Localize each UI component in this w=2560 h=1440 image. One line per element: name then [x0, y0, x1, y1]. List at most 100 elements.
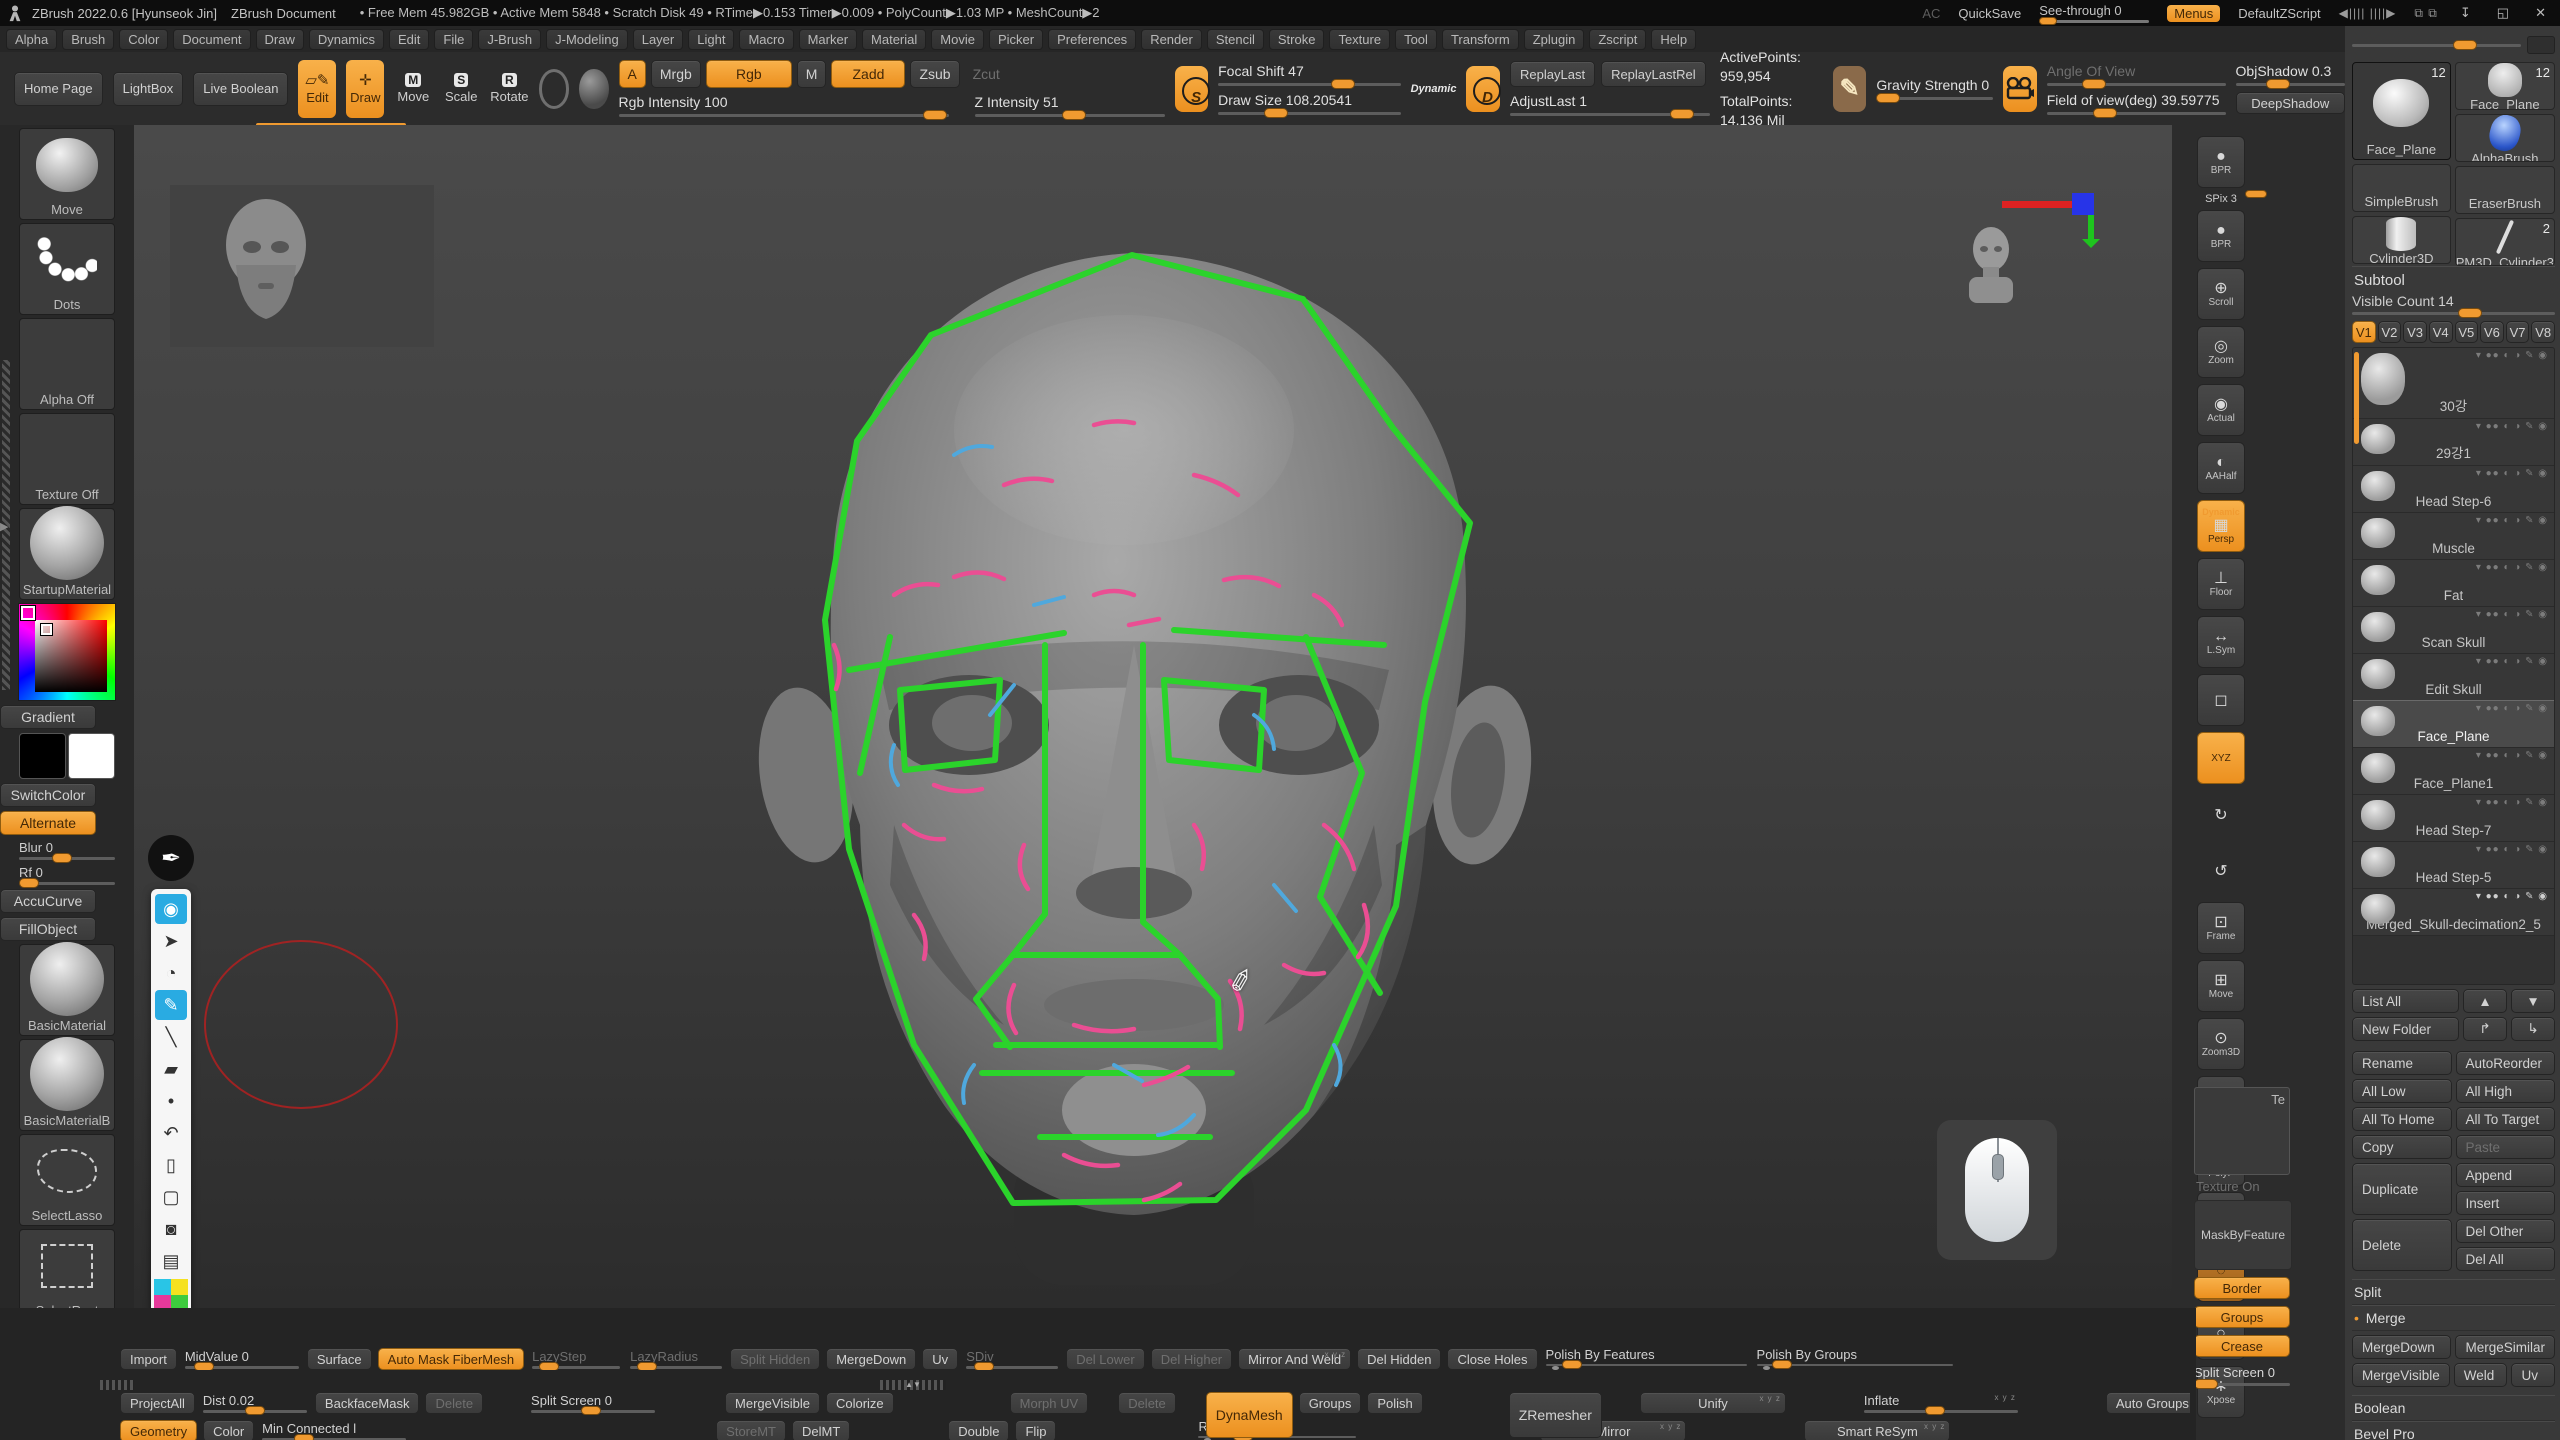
- tool-eraserbrush[interactable]: EraserBrush: [2455, 166, 2555, 214]
- channel-zcut-button[interactable]: Zcut: [965, 60, 1008, 88]
- edit-button[interactable]: ▱✎ Edit: [298, 60, 336, 118]
- accucurve-button[interactable]: AccuCurve: [0, 889, 96, 913]
- subtool-visibility-icons[interactable]: ▾ ●● ◐ ◑ ✎ ◉: [2476, 421, 2548, 432]
- subtool-item[interactable]: ▾ ●● ◐ ◑ ✎ ◉ Head Step-6: [2353, 466, 2554, 513]
- menu-item[interactable]: Picker: [989, 29, 1043, 50]
- move-3d-button[interactable]: ⊞ Move: [2197, 960, 2245, 1012]
- secondary-color-swatch[interactable]: [68, 733, 115, 779]
- palette-button[interactable]: Polish By Features x y z: [1544, 1348, 1749, 1370]
- draw-size-slider[interactable]: Draw Size 108.20541: [1218, 92, 1400, 115]
- subtool-item[interactable]: ▾ ●● ◐ ◑ ✎ ◉ Scan Skull: [2353, 607, 2554, 654]
- menu-item[interactable]: Tool: [1395, 29, 1437, 50]
- menu-item[interactable]: Marker: [799, 29, 857, 50]
- crease-button[interactable]: Crease: [2194, 1335, 2290, 1357]
- palette-button[interactable]: Min Connected l x y z: [260, 1420, 408, 1440]
- cursor-icon[interactable]: ➤: [155, 926, 187, 956]
- menu-item[interactable]: J-Brush: [478, 29, 541, 50]
- palette-button[interactable]: Del Higher x y z: [1151, 1348, 1232, 1370]
- material-sphere-icon[interactable]: [579, 69, 608, 109]
- see-through-slider[interactable]: See-through 0: [2039, 3, 2149, 23]
- lightbox-button[interactable]: LightBox: [113, 72, 184, 106]
- lock-camera-icon[interactable]: ◻: [2197, 674, 2245, 726]
- xyz-button[interactable]: XYZ: [2197, 732, 2245, 784]
- subtool-visibility-icons[interactable]: ▾ ●● ◐ ◑ ✎ ◉: [2476, 844, 2548, 855]
- scale-button[interactable]: S Scale: [442, 60, 480, 118]
- stroke-s-icon[interactable]: S: [1175, 66, 1209, 112]
- all-to-target-button[interactable]: All To Target: [2456, 1107, 2556, 1131]
- move-button[interactable]: M Move: [394, 60, 432, 118]
- palette-button[interactable]: Auto Mask FiberMesh x y z: [378, 1348, 524, 1370]
- palette-button[interactable]: DynaMesh x y z: [1206, 1392, 1293, 1438]
- whiteboard-icon[interactable]: ▢: [155, 1182, 187, 1212]
- menu-item[interactable]: Edit: [389, 29, 429, 50]
- palette-button[interactable]: Dist 0.02 x y z: [201, 1392, 309, 1414]
- texture-preview[interactable]: Te: [2194, 1087, 2290, 1175]
- merge-visible-button[interactable]: MergeVisible: [2352, 1363, 2450, 1387]
- polypaint-sphere-icon[interactable]: [539, 69, 570, 109]
- gravity-pencil-icon[interactable]: ✎: [1833, 66, 1867, 112]
- tool-pm3d-cylinder3[interactable]: 2 PM3D_Cylinder3: [2455, 218, 2555, 266]
- gravity-strength-slider[interactable]: Gravity Strength 0: [1876, 77, 1993, 100]
- eraser-icon[interactable]: ▰: [155, 1054, 187, 1084]
- palette-button[interactable]: Flip x y z: [1015, 1420, 1056, 1440]
- fov-slider[interactable]: Field of view(deg) 39.59775: [2047, 92, 2226, 115]
- tray-scroll-icons[interactable]: ◀|||| ||||▶: [2339, 6, 2397, 20]
- all-low-button[interactable]: All Low: [2352, 1079, 2452, 1103]
- subtool-item[interactable]: ▾ ●● ◐ ◑ ✎ ◉ Merged_Skull-decimation2_5: [2353, 889, 2554, 936]
- scroll-button[interactable]: ⊕ Scroll: [2197, 268, 2245, 320]
- stroke-d-icon[interactable]: D: [1466, 66, 1500, 112]
- merge-similar-button[interactable]: MergeSimilar: [2455, 1335, 2555, 1359]
- spix-slider[interactable]: SPix 3: [2198, 193, 2244, 205]
- texture-thumb[interactable]: Texture Off: [19, 413, 115, 505]
- undo-icon[interactable]: ↶: [155, 1118, 187, 1148]
- groups-button[interactable]: Groups: [2194, 1306, 2290, 1328]
- tool-face-plane[interactable]: 12 Face_Plane: [2455, 62, 2555, 110]
- z-intensity-slider[interactable]: Z Intensity 51: [975, 94, 1165, 117]
- alternate-button[interactable]: Alternate: [0, 811, 96, 835]
- subtool-visibility-icons[interactable]: ▾ ●● ◐ ◑ ✎ ◉: [2476, 891, 2548, 902]
- subtool-item[interactable]: ▾ ●● ◐ ◑ ✎ ◉ Face_Plane: [2353, 701, 2554, 748]
- subtool-tab[interactable]: V2: [2378, 321, 2402, 343]
- subtool-item[interactable]: ▾ ●● ◐ ◑ ✎ ◉ 29강1: [2353, 419, 2554, 466]
- visible-count-slider[interactable]: Visible Count 14: [2352, 293, 2555, 315]
- dot-size-icon[interactable]: •: [155, 1086, 187, 1116]
- document-canvas[interactable]: ✐ ✒ ◉➤◔✎╲▰•↶▯▢◙▤: [134, 125, 2172, 1308]
- menu-item[interactable]: File: [434, 29, 473, 50]
- show-hide-icon[interactable]: ◉: [155, 894, 187, 924]
- alpha-thumb[interactable]: Alpha Off: [19, 318, 115, 410]
- merge-section[interactable]: • Merge: [2352, 1305, 2555, 1331]
- palette-button[interactable]: Colorize x y z: [826, 1392, 894, 1414]
- palette-button[interactable]: Inflate x y z: [1862, 1392, 2020, 1414]
- zoom-button[interactable]: ◎ Zoom: [2197, 326, 2245, 378]
- menu-item[interactable]: Preferences: [1048, 29, 1136, 50]
- paste-button[interactable]: Paste: [2456, 1135, 2556, 1159]
- trash-icon[interactable]: ▯: [155, 1150, 187, 1180]
- subtool-item[interactable]: ▾ ●● ◐ ◑ ✎ ◉ 30강: [2353, 348, 2554, 419]
- menu-item[interactable]: Texture: [1329, 29, 1390, 50]
- menu-item[interactable]: Stroke: [1269, 29, 1325, 50]
- menu-item[interactable]: Transform: [1442, 29, 1519, 50]
- channel-zadd-button[interactable]: Zadd: [831, 60, 905, 88]
- menu-item[interactable]: Macro: [739, 29, 793, 50]
- split-section[interactable]: Split: [2352, 1279, 2555, 1305]
- menu-item[interactable]: J-Modeling: [546, 29, 628, 50]
- palette-button[interactable]: ZRemesher x y z: [1509, 1392, 1602, 1438]
- color-picker[interactable]: [18, 603, 116, 701]
- border-button[interactable]: Border: [2194, 1277, 2290, 1299]
- menu-item[interactable]: Stencil: [1207, 29, 1264, 50]
- material-basicb[interactable]: BasicMaterialB: [19, 1039, 115, 1131]
- subtool-header[interactable]: Subtool: [2352, 266, 2555, 291]
- live-boolean-button[interactable]: Live Boolean: [193, 72, 288, 106]
- axis-gizmo[interactable]: [2002, 175, 2112, 245]
- bpr-button[interactable]: ●BPR: [2197, 136, 2245, 188]
- subtool-tab[interactable]: V6: [2480, 321, 2504, 343]
- palette-button[interactable]: Double x y z: [948, 1420, 1009, 1440]
- draw-button[interactable]: ✛ Draw: [346, 60, 384, 118]
- menu-item[interactable]: Layer: [633, 29, 684, 50]
- angle-of-view-slider[interactable]: Angle Of View: [2047, 63, 2226, 86]
- palette-button[interactable]: Groups x y z: [1299, 1392, 1362, 1414]
- pen-bubble-icon[interactable]: ✒: [148, 835, 194, 881]
- subtool-item[interactable]: ▾ ●● ◐ ◑ ✎ ◉ Face_Plane1: [2353, 748, 2554, 795]
- palette-button[interactable]: Del Hidden x y z: [1357, 1348, 1441, 1370]
- del-all-button[interactable]: Del All: [2456, 1247, 2556, 1271]
